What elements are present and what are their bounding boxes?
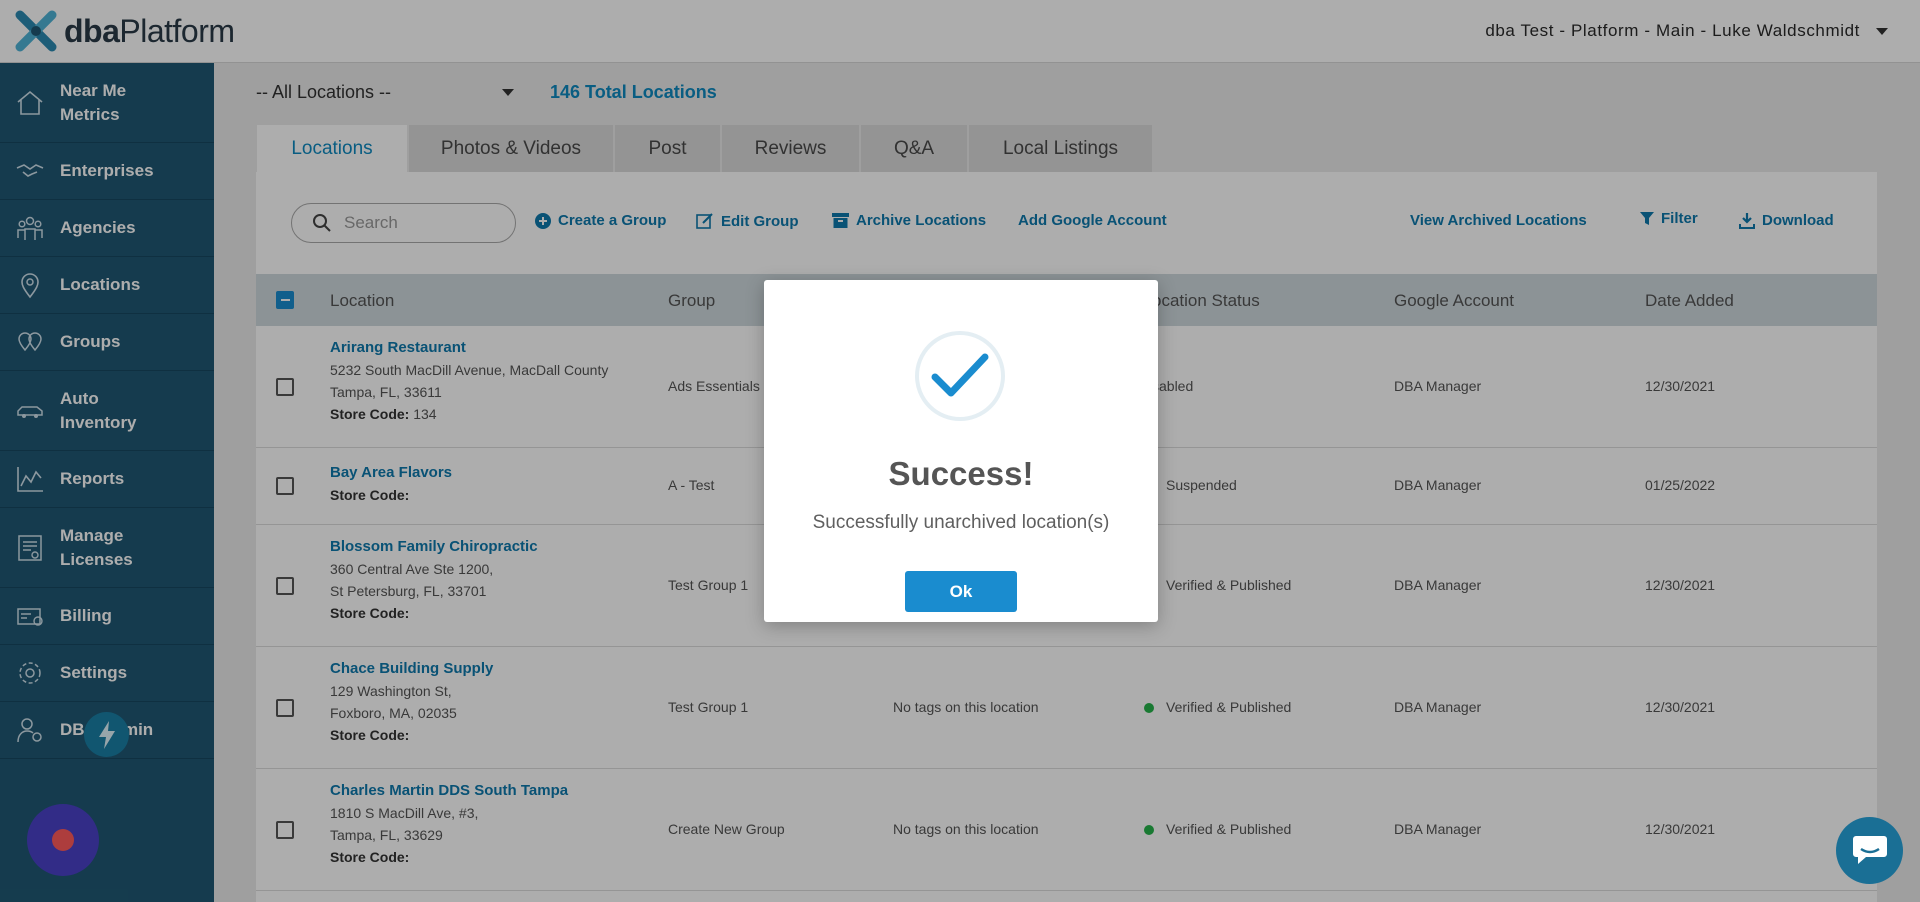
dialog-message: Successfully unarchived location(s) — [812, 512, 1110, 533]
success-check-icon — [915, 331, 1005, 421]
dialog-title: Success! — [888, 455, 1034, 492]
success-dialog: Success! Successfully unarchived locatio… — [764, 280, 1158, 622]
ok-button[interactable]: Ok — [905, 571, 1017, 612]
chat-button[interactable] — [1836, 817, 1903, 884]
chat-bubble-icon — [1852, 835, 1887, 864]
